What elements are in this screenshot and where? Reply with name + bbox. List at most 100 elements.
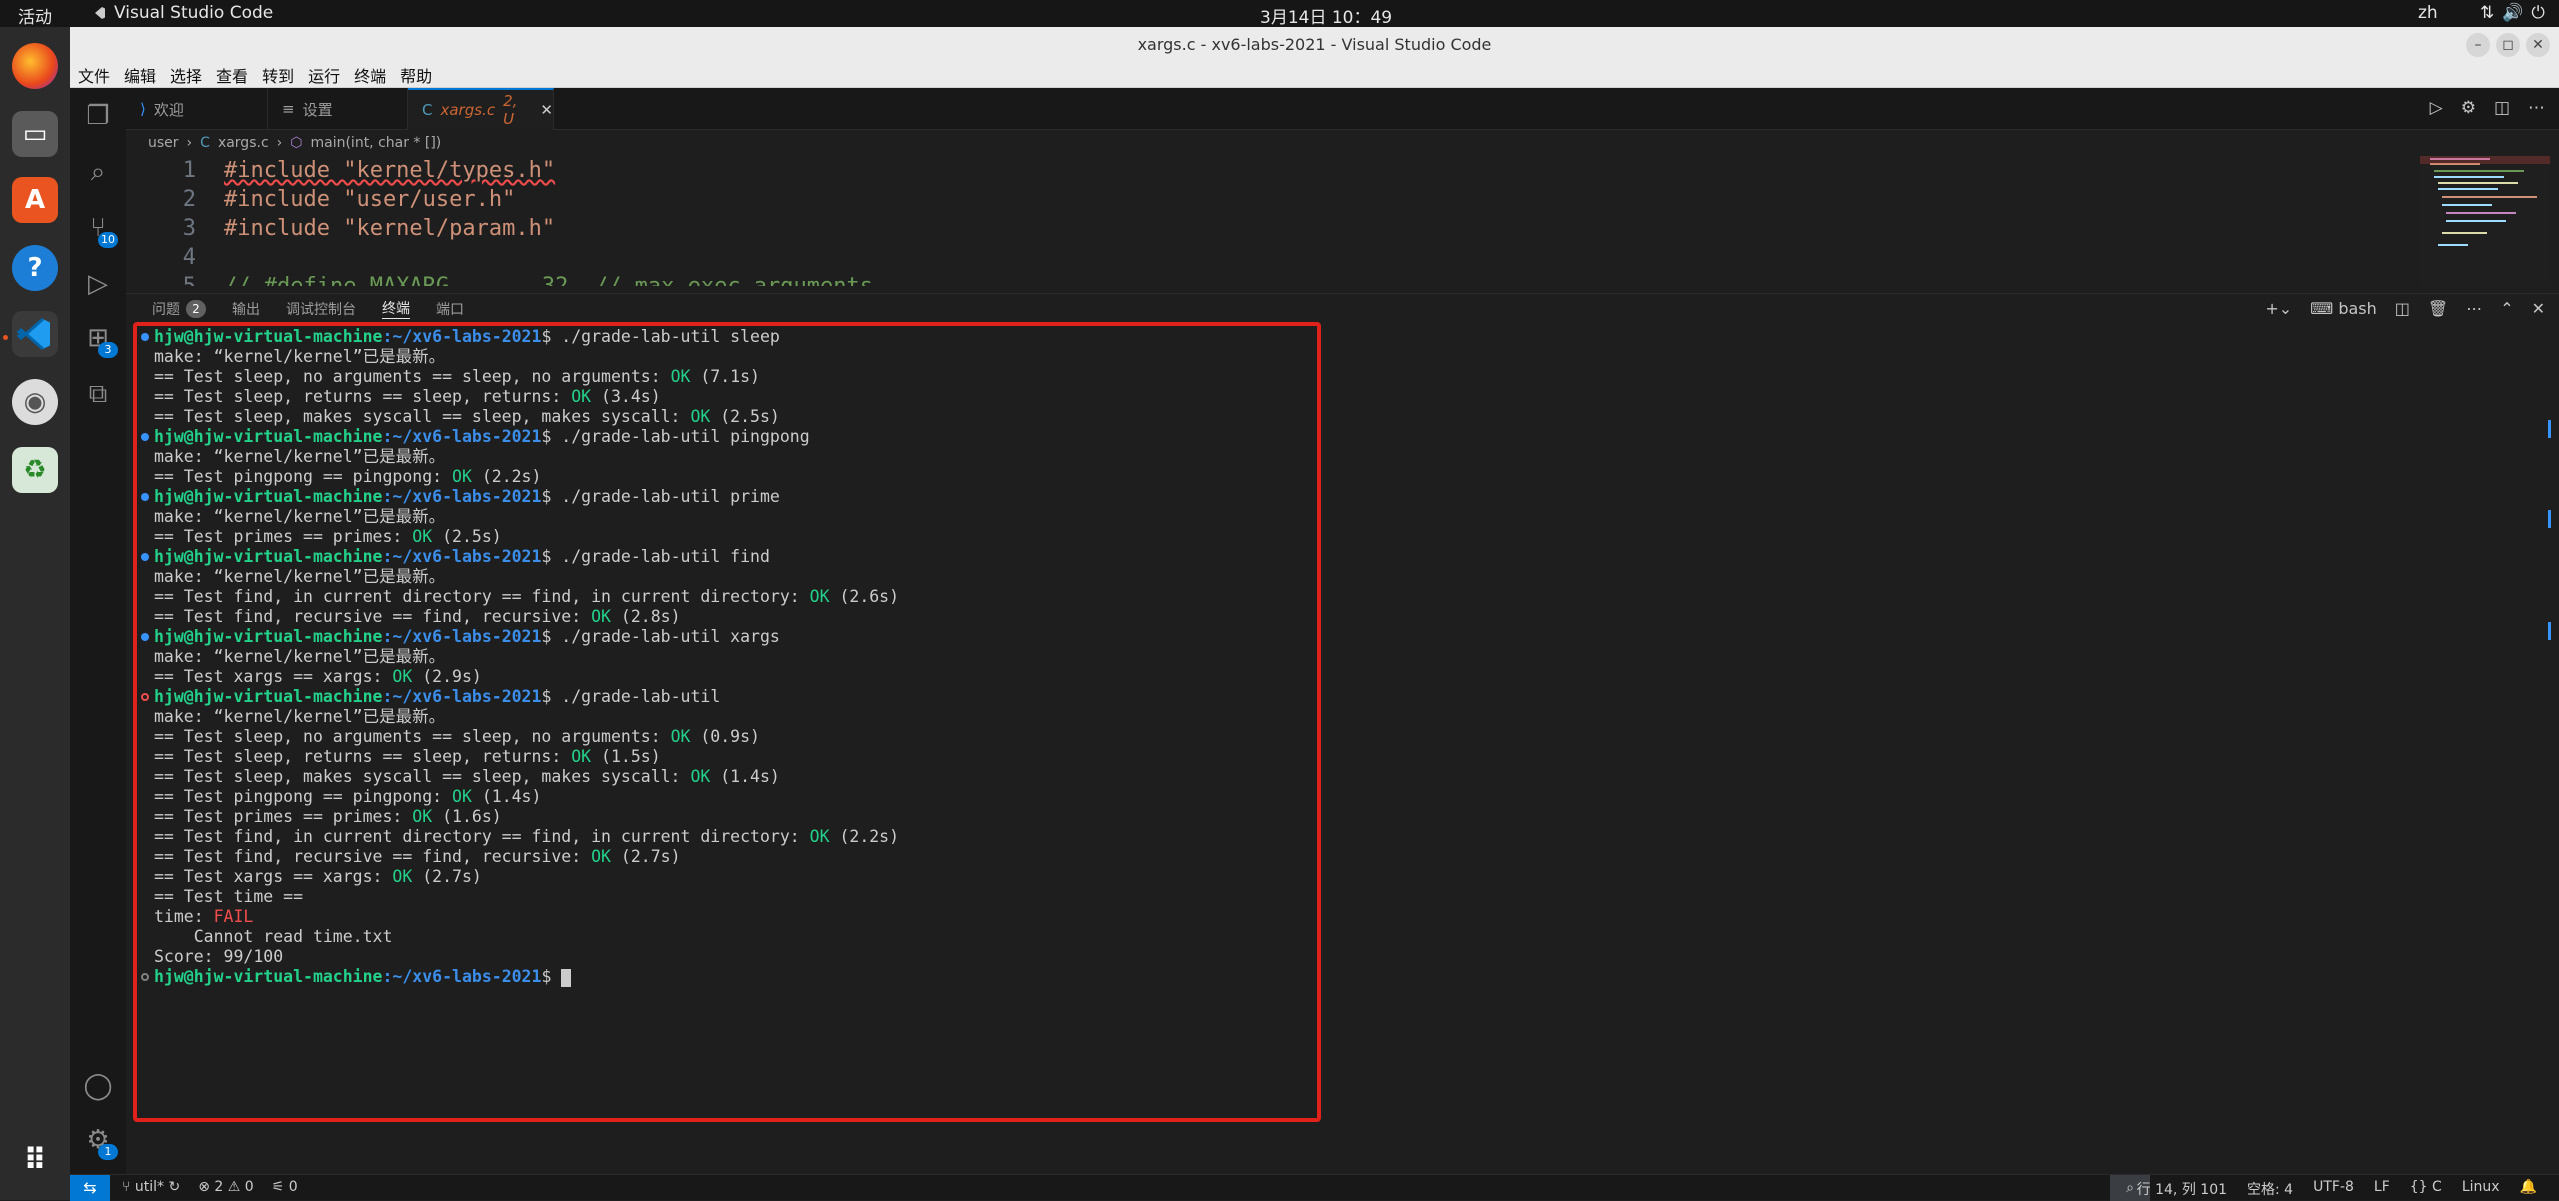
files-icon[interactable]: ▭ <box>12 111 58 157</box>
remote-indicator-icon[interactable]: ⇆ <box>70 1175 110 1201</box>
problems-status[interactable]: ⊗ 2 ⚠ 0 <box>198 1179 254 1195</box>
line-number: 2 <box>182 187 196 212</box>
tab-welcome[interactable]: ⟩ 欢迎 <box>126 88 268 130</box>
input-method-indicator[interactable]: zh <box>2418 3 2438 23</box>
breadcrumb-file[interactable]: xargs.c <box>218 135 269 151</box>
close-panel-icon[interactable]: ✕ <box>2532 299 2545 318</box>
language-mode[interactable]: {} C <box>2410 1179 2442 1199</box>
more-actions-icon[interactable]: ⋯ <box>2466 299 2482 318</box>
editor-actions: ▷ ⚙ ◫ ⋯ <box>2430 98 2545 118</box>
breadcrumb-folder[interactable]: user <box>148 135 179 151</box>
maximize-button[interactable]: ◻ <box>2496 33 2520 57</box>
git-branch-icon: ⑂ <box>122 1179 131 1195</box>
remote-explorer-icon[interactable]: ⧉ <box>80 376 116 412</box>
clock[interactable]: 3月14日 10：49 <box>1260 3 1392 28</box>
line-code: #include "user/user.h" <box>224 187 516 212</box>
settings-gear-icon[interactable]: ⚙ <box>2461 98 2476 118</box>
vscode-dock-icon[interactable] <box>12 311 58 357</box>
run-file-icon[interactable]: ▷ <box>2430 98 2443 118</box>
scrollbar-marker <box>2548 622 2551 640</box>
notifications-bell-icon[interactable]: 🔔 <box>2520 1179 2537 1199</box>
running-indicator <box>3 335 8 340</box>
manage-badge: 1 <box>98 1144 118 1160</box>
language-label: C <box>2432 1179 2442 1195</box>
minimize-button[interactable]: – <box>2466 33 2490 57</box>
vscode-small-icon <box>95 7 105 19</box>
menu-selection[interactable]: 选择 <box>170 63 202 87</box>
line-code: #include "kernel/param.h" <box>224 216 556 241</box>
system-top-bar: 活动 Visual Studio Code 3月14日 10：49 zh ⇅🔊⏻ <box>0 0 2559 28</box>
ports-status[interactable]: ⚟ 0 <box>272 1179 298 1195</box>
tab-settings[interactable]: ≡ 设置 <box>268 88 408 130</box>
help-icon[interactable]: ? <box>12 245 58 291</box>
split-editor-icon[interactable]: ◫ <box>2494 98 2510 118</box>
os-indicator[interactable]: Linux <box>2462 1179 2500 1199</box>
code-line: 5// #define MAXARG 32 // max exec argume… <box>126 272 2426 286</box>
braces-icon: {} <box>2409 1179 2428 1195</box>
more-actions-icon[interactable]: ⋯ <box>2528 98 2545 118</box>
tab-label: 设置 <box>302 100 333 119</box>
tab-debug-console[interactable]: 调试控制台 <box>286 299 356 319</box>
symbol-method-icon: ⬡ <box>290 135 303 151</box>
panel-actions: +⌄ ⌨ bash ◫ 🗑 ⋯ ⌃ ✕ <box>2265 299 2545 318</box>
tab-terminal[interactable]: 终端 <box>382 298 410 319</box>
terminal-shell-selector[interactable]: ⌨ bash <box>2310 299 2377 318</box>
kill-terminal-icon[interactable]: 🗑 <box>2428 299 2448 318</box>
split-terminal-icon[interactable]: ◫ <box>2395 299 2410 318</box>
menu-view[interactable]: 查看 <box>216 63 248 87</box>
scrollbar-marker <box>2548 510 2551 528</box>
close-window-button[interactable]: ✕ <box>2526 33 2550 57</box>
indentation[interactable]: 空格: 4 <box>2247 1179 2293 1199</box>
tab-problems[interactable]: 问题 2 <box>152 299 206 319</box>
minimap-preview <box>2420 156 2550 246</box>
cursor-position[interactable]: 行 14, 列 101 <box>2137 1179 2227 1199</box>
line-number: 1 <box>182 158 196 183</box>
app-center-icon[interactable]: A <box>12 177 58 223</box>
menu-file[interactable]: 文件 <box>78 63 110 87</box>
tab-output[interactable]: 输出 <box>232 299 260 319</box>
menu-run[interactable]: 运行 <box>308 63 340 87</box>
line-number: 5 <box>126 274 196 286</box>
minimap[interactable] <box>2420 156 2550 286</box>
app-menu[interactable]: Visual Studio Code <box>92 3 273 23</box>
git-branch[interactable]: ⑂ util* ↻ <box>122 1179 180 1195</box>
firefox-icon[interactable] <box>12 43 58 89</box>
show-apps-icon[interactable]: ⠿ <box>12 1137 58 1183</box>
chevron-right-icon: › <box>276 135 283 151</box>
encoding[interactable]: UTF-8 <box>2313 1179 2354 1199</box>
tab-xargs-c[interactable]: C xargs.c 2, U ✕ <box>408 88 554 130</box>
explorer-icon[interactable]: ❐ <box>80 98 116 134</box>
tab-ports[interactable]: 端口 <box>436 299 464 319</box>
c-file-icon: C <box>200 135 210 151</box>
menu-help[interactable]: 帮助 <box>400 63 432 87</box>
disc-icon[interactable]: ◉ <box>12 379 58 425</box>
menu-terminal[interactable]: 终端 <box>354 63 386 87</box>
activities-button[interactable]: 活动 <box>18 3 52 28</box>
end-of-line[interactable]: LF <box>2374 1179 2390 1199</box>
menu-go[interactable]: 转到 <box>262 63 294 87</box>
branch-name: util* <box>134 1179 165 1195</box>
tab-label: 终端 <box>382 301 410 317</box>
volume-icon: 🔊 <box>2502 3 2532 23</box>
vscode-icon <box>17 317 50 351</box>
trash-icon[interactable]: ♻ <box>12 447 58 493</box>
maximize-panel-icon[interactable]: ⌃ <box>2500 299 2513 318</box>
window-title: xargs.c - xv6-labs-2021 - Visual Studio … <box>1137 35 1492 54</box>
shell-name: bash <box>2338 299 2377 318</box>
status-left: ⑂ util* ↻ ⊗ 2 ⚠ 0 ⚟ 0 <box>122 1179 298 1195</box>
menu-edit[interactable]: 编辑 <box>124 63 156 87</box>
search-icon[interactable]: ⌕ <box>80 154 116 190</box>
system-tray[interactable]: ⇅🔊⏻ <box>2480 3 2553 23</box>
run-debug-icon[interactable]: ▷ <box>80 266 116 302</box>
accounts-icon[interactable]: ◯ <box>80 1068 116 1104</box>
tab-label: 调试控制台 <box>286 301 356 318</box>
error-count: 2 <box>214 1179 224 1195</box>
close-tab-icon[interactable]: ✕ <box>540 101 553 119</box>
code-line: 2 #include "user/user.h" <box>126 185 2426 214</box>
vscode-logo-icon: ⟩ <box>140 100 146 118</box>
code-editor[interactable]: 1 #include "kernel/types.h" 2 #include "us… <box>126 156 2426 286</box>
status-bar: ⇆ ⑂ util* ↻ ⊗ 2 ⚠ 0 ⚟ 0 ⌕ 行 14, 列 101 空格… <box>70 1174 2559 1201</box>
new-terminal-icon[interactable]: +⌄ <box>2265 299 2292 318</box>
breadcrumb-symbol[interactable]: main(int, char * []) <box>310 135 441 151</box>
app-menu-label: Visual Studio Code <box>114 3 274 23</box>
